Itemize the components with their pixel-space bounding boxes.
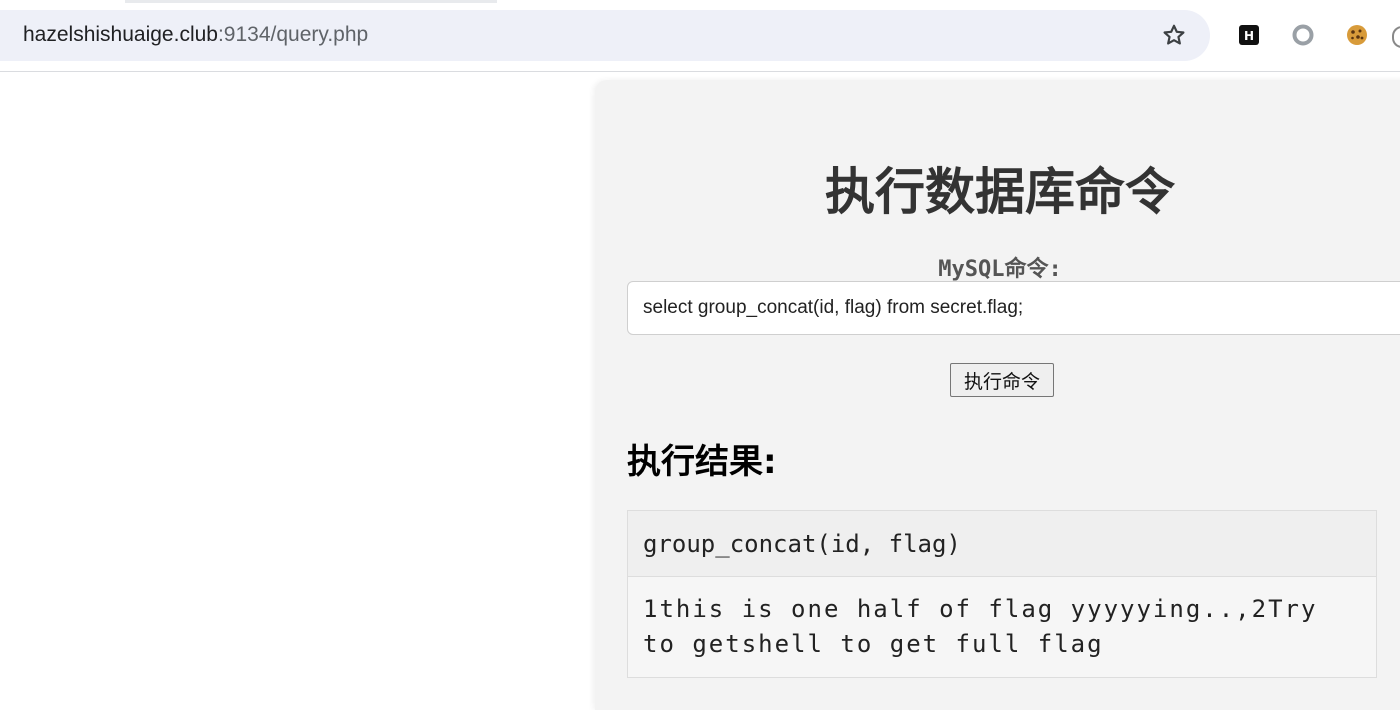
ring-extension-icon[interactable]: [1292, 24, 1314, 46]
page-title: 执行数据库命令: [825, 163, 1175, 221]
execute-button[interactable]: 执行命令: [950, 363, 1054, 397]
star-icon[interactable]: [1161, 22, 1187, 48]
table-header-row: group_concat(id, flag): [627, 510, 1377, 577]
url-text[interactable]: hazelshishuaige.club:9134/query.php: [23, 23, 368, 47]
result-table: group_concat(id, flag) 1this is one half…: [627, 510, 1377, 678]
browser-toolbar: hazelshishuaige.club:9134/query.php H: [0, 0, 1400, 72]
url-path: :9134/query.php: [217, 23, 369, 46]
table-cell: 1this is one half of flag yyyyying..,2Tr…: [627, 576, 1377, 678]
url-host: hazelshishuaige.club: [23, 23, 218, 46]
h-extension-icon[interactable]: H: [1239, 25, 1259, 45]
active-tab-indicator: [125, 0, 497, 3]
result-heading: 执行结果:: [627, 442, 777, 482]
cookie-extension-icon[interactable]: [1346, 24, 1368, 46]
mysql-command-input[interactable]: [627, 281, 1400, 335]
column-header: group_concat(id, flag): [627, 510, 1377, 577]
table-row: 1this is one half of flag yyyyying..,2Tr…: [627, 576, 1377, 678]
mysql-command-label: MySQL命令:: [938, 257, 1062, 282]
partial-extension-icon[interactable]: [1392, 26, 1400, 48]
